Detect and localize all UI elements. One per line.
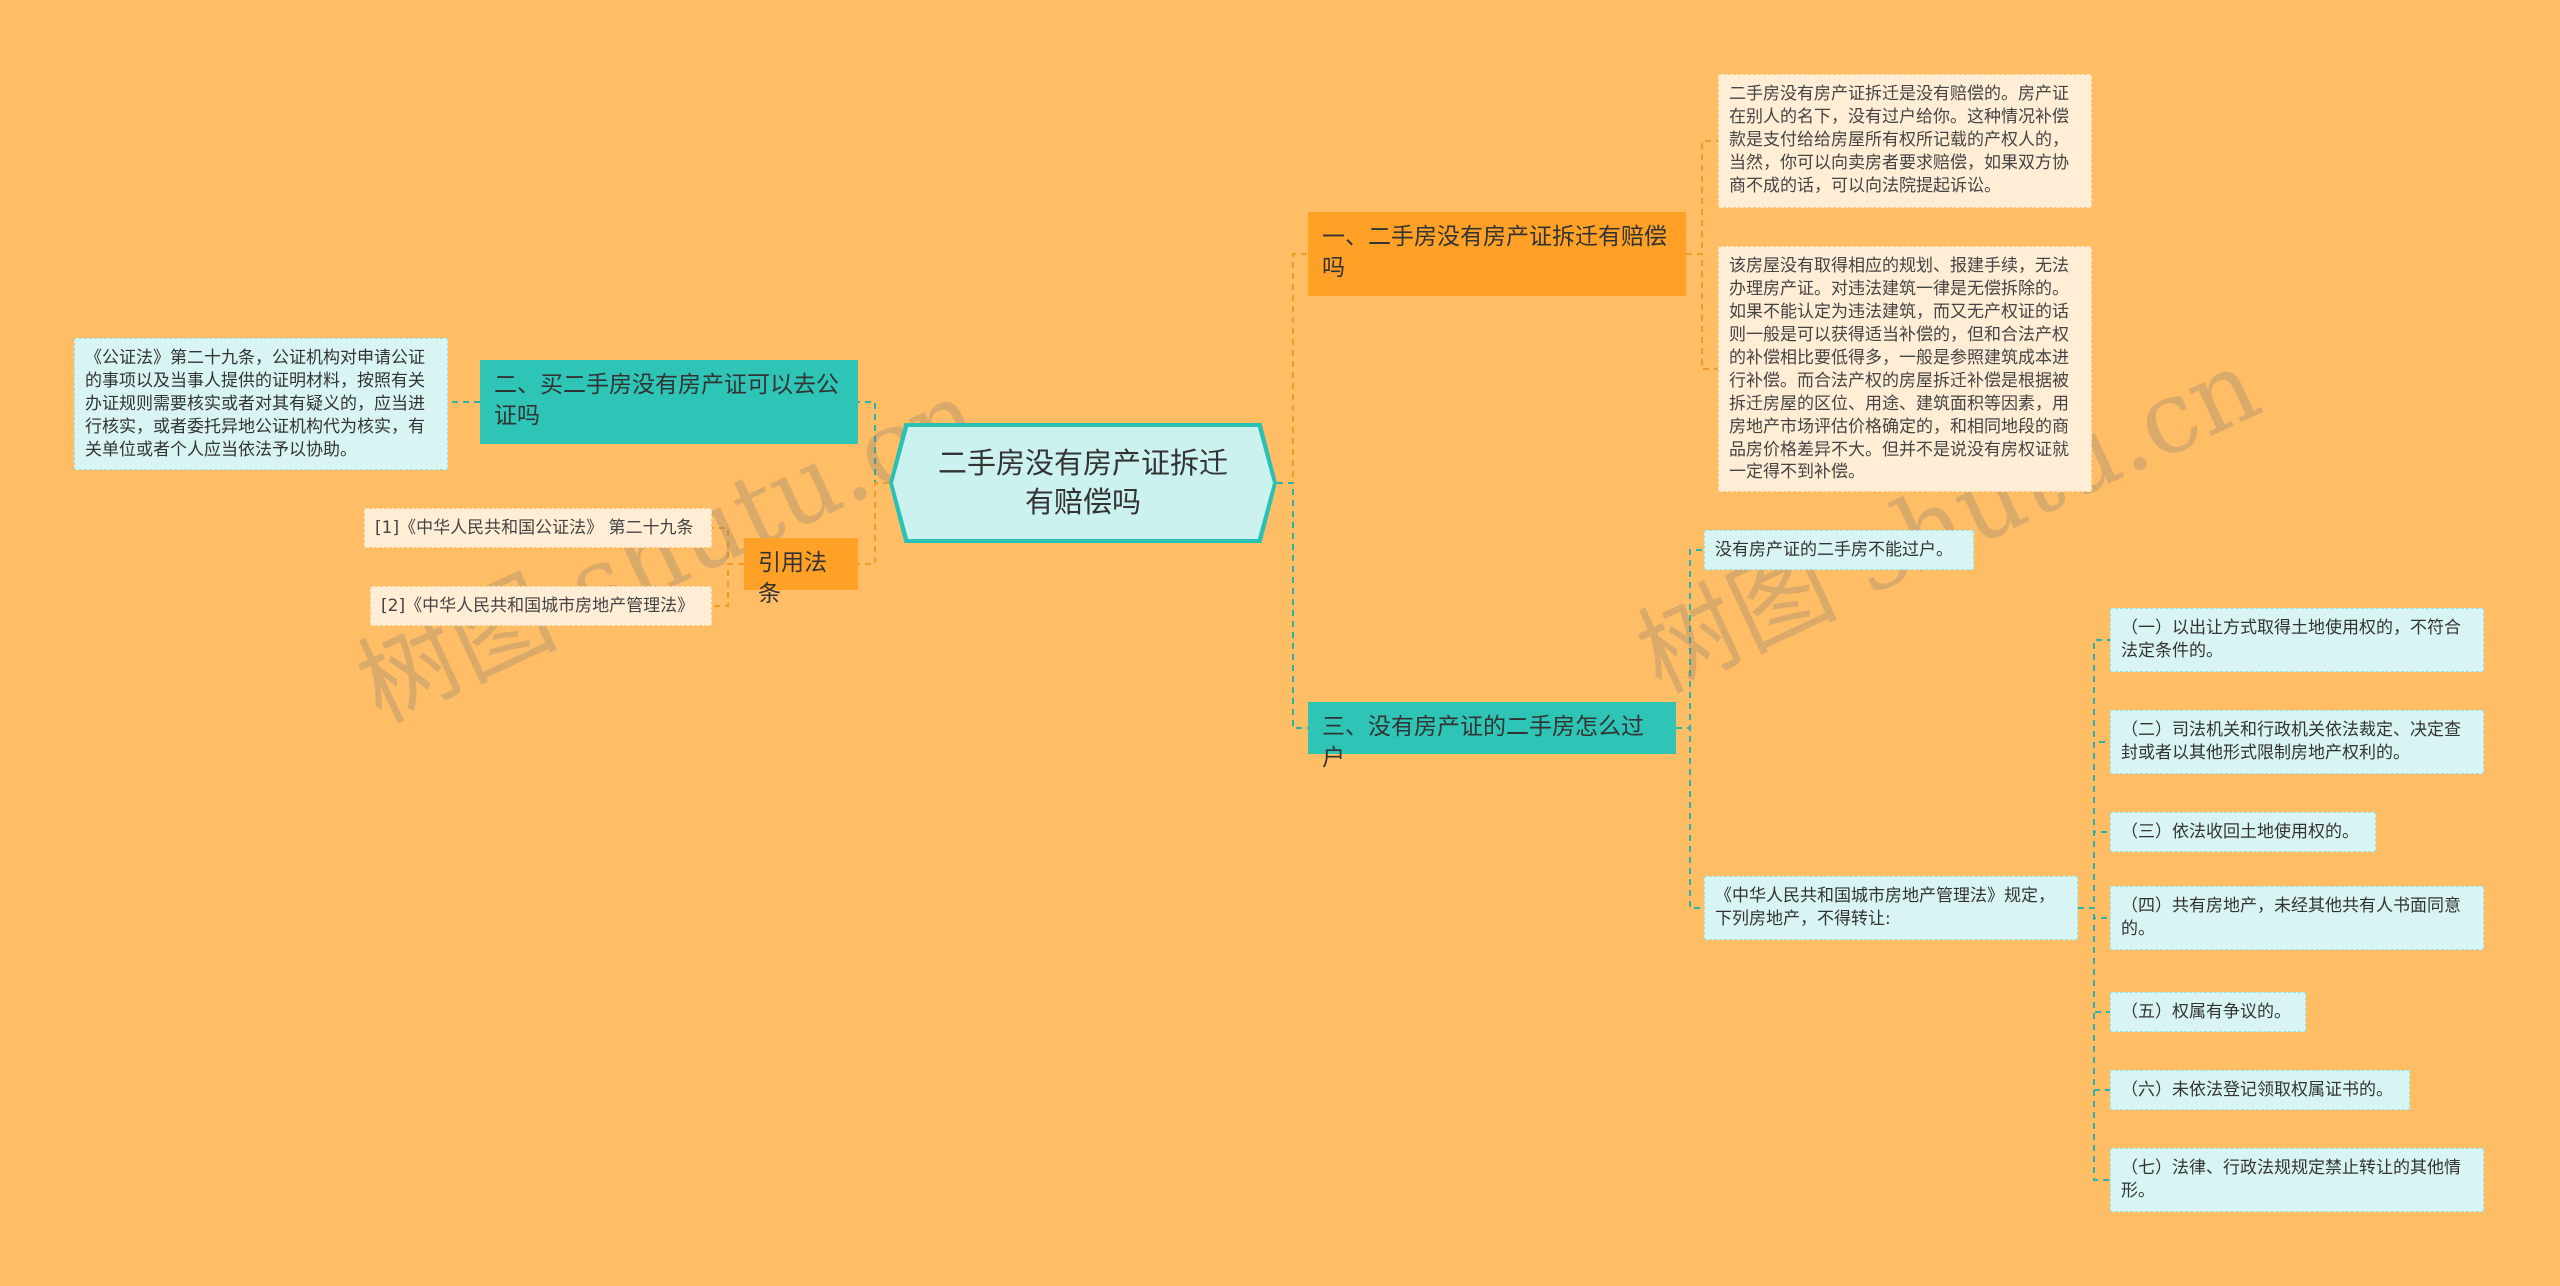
leaf-transfer-law-text: 《中华人民共和国城市房地产管理法》规定，下列房地产，不得转让: <box>1715 886 2055 929</box>
branch-notarization-title: 二、买二手房没有房产证可以去公证吗 <box>494 372 839 430</box>
transfer-item-4-text: （四）共有房地产，未经其他共有人书面同意的。 <box>2121 896 2461 939</box>
transfer-item-4[interactable]: （四）共有房地产，未经其他共有人书面同意的。 <box>2110 886 2484 950</box>
link-root-notarization <box>858 401 889 484</box>
transfer-item-5-text: （五）权属有争议的。 <box>2121 1002 2291 1022</box>
transfer-item-7[interactable]: （七）法律、行政法规规定禁止转让的其他情形。 <box>2110 1148 2484 1212</box>
root-node[interactable]: 二手房没有房产证拆迁有赔偿吗 <box>893 427 1273 539</box>
leaf-notarization-1-text: 《公证法》第二十九条，公证机构对申请公证的事项以及当事人提供的证明材料，按照有关… <box>85 348 425 460</box>
link-transfer-no-cert <box>1676 549 1704 729</box>
branch-citations[interactable]: 引用法条 <box>744 538 858 607</box>
link-transfer-item-7 <box>2078 907 2110 1181</box>
transfer-item-6[interactable]: （六）未依法登记领取权属证书的。 <box>2110 1070 2410 1110</box>
branch-notarization[interactable]: 二、买二手房没有房产证可以去公证吗 <box>480 360 858 444</box>
transfer-item-5[interactable]: （五）权属有争议的。 <box>2110 992 2306 1032</box>
transfer-item-6-text: （六）未依法登记领取权属证书的。 <box>2121 1080 2393 1100</box>
branch-compensation-title: 一、二手房没有房产证拆迁有赔偿吗 <box>1322 224 1667 282</box>
leaf-notarization-1[interactable]: 《公证法》第二十九条，公证机构对申请公证的事项以及当事人提供的证明材料，按照有关… <box>74 338 448 470</box>
leaf-compensation-2[interactable]: 该房屋没有取得相应的规划、报建手续，无法办理房产证。对违法建筑一律是无偿拆除的。… <box>1718 246 2092 492</box>
root-title: 二手房没有房产证拆迁有赔偿吗 <box>937 445 1228 519</box>
mind-map-canvas: 树图 shutu.cn 树图 shutu.cn 二手房没有房产证拆迁有赔偿吗 一… <box>0 0 2560 1286</box>
link-transfer-item-2 <box>2078 741 2110 909</box>
transfer-item-1-text: （一）以出让方式取得土地使用权的，不符合法定条件的。 <box>2121 618 2461 661</box>
citation-2-text: [2]《中华人民共和国城市房地产管理法》 <box>381 596 695 616</box>
link-root-compensation <box>1277 253 1308 484</box>
transfer-item-2[interactable]: （二）司法机关和行政机关依法裁定、决定查封或者以其他形式限制房地产权利的。 <box>2110 710 2484 774</box>
link-citation-2 <box>712 563 744 607</box>
transfer-item-2-text: （二）司法机关和行政机关依法裁定、决定查封或者以其他形式限制房地产权利的。 <box>2121 720 2461 763</box>
transfer-item-3-text: （三）依法收回土地使用权的。 <box>2121 822 2359 842</box>
link-compensation-2 <box>1686 253 1718 370</box>
link-root-transfer <box>1277 482 1308 729</box>
link-citation-1 <box>712 527 744 565</box>
leaf-transfer-no-cert-text: 没有房产证的二手房不能过户。 <box>1715 540 1953 560</box>
link-compensation-1 <box>1686 140 1718 255</box>
citation-1[interactable]: [1]《中华人民共和国公证法》 第二十九条 <box>364 508 712 548</box>
citation-2[interactable]: [2]《中华人民共和国城市房地产管理法》 <box>370 586 712 626</box>
leaf-compensation-1-text: 二手房没有房产证拆迁是没有赔偿的。房产证在别人的名下，没有过户给你。这种情况补偿… <box>1729 84 2069 196</box>
branch-transfer[interactable]: 三、没有房产证的二手房怎么过户 <box>1308 702 1676 771</box>
citation-1-text: [1]《中华人民共和国公证法》 第二十九条 <box>375 518 694 538</box>
leaf-transfer-no-cert[interactable]: 没有房产证的二手房不能过户。 <box>1704 530 1974 570</box>
transfer-item-7-text: （七）法律、行政法规规定禁止转让的其他情形。 <box>2121 1158 2461 1201</box>
link-root-citations <box>858 482 889 565</box>
transfer-item-3[interactable]: （三）依法收回土地使用权的。 <box>2110 812 2376 852</box>
leaf-compensation-2-text: 该房屋没有取得相应的规划、报建手续，无法办理房产证。对违法建筑一律是无偿拆除的。… <box>1729 256 2069 483</box>
branch-compensation[interactable]: 一、二手房没有房产证拆迁有赔偿吗 <box>1308 212 1686 296</box>
link-transfer-law <box>1676 727 1704 909</box>
leaf-transfer-law[interactable]: 《中华人民共和国城市房地产管理法》规定，下列房地产，不得转让: <box>1704 876 2078 940</box>
transfer-item-1[interactable]: （一）以出让方式取得土地使用权的，不符合法定条件的。 <box>2110 608 2484 672</box>
leaf-compensation-1[interactable]: 二手房没有房产证拆迁是没有赔偿的。房产证在别人的名下，没有过户给你。这种情况补偿… <box>1718 74 2092 208</box>
link-transfer-item-3 <box>2078 831 2110 909</box>
